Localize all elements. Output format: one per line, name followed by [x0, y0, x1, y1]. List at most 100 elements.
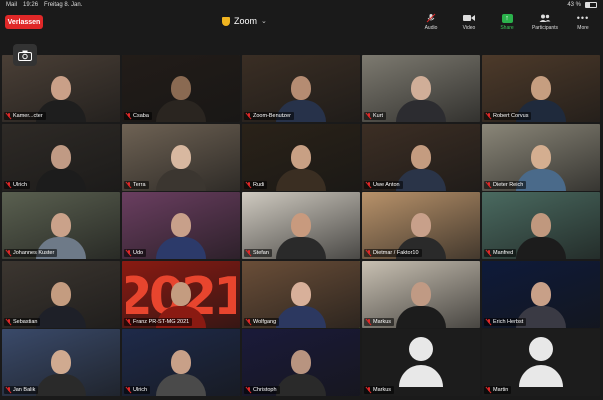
participant-tile[interactable]: Dieter Reich: [482, 123, 600, 191]
mic-muted-icon: [6, 181, 11, 188]
participant-name: Markus: [373, 318, 392, 325]
participant-name-tag: Csaba: [124, 112, 152, 120]
participant-name-tag: Terra: [124, 180, 149, 189]
participant-tile[interactable]: Uwe Anton: [362, 123, 480, 191]
participant-tile[interactable]: Wolfgang: [242, 260, 360, 328]
participant-tile[interactable]: Johannes Kuster: [2, 192, 120, 259]
participant-video: [36, 344, 86, 396]
video-label: Video: [462, 25, 476, 31]
video-gallery: Kamer...cter Csaba Zoom-Benutzer Kurt Robert…: [2, 55, 601, 397]
participant-name-tag: Manfred: [484, 249, 517, 257]
participant-name-tag: Kurt: [364, 112, 387, 120]
mic-muted-icon: [366, 181, 371, 188]
participant-name-tag: Udo: [124, 249, 147, 257]
participant-video: [156, 344, 206, 396]
participant-tile[interactable]: Markus: [362, 260, 480, 328]
switch-camera-button[interactable]: [13, 44, 37, 66]
leave-meeting-button[interactable]: Verlassen: [5, 15, 43, 29]
mic-muted-icon: [126, 181, 131, 188]
mic-muted-icon: [366, 318, 371, 325]
participant-tile[interactable]: 2021Franz PR-ST-MG 2021: [122, 260, 240, 328]
participant-name-tag: Ulrich: [4, 180, 31, 189]
participant-name-tag: Christoph: [244, 386, 280, 394]
status-date: Freitag 8. Jan.: [44, 2, 83, 8]
participants-button[interactable]: Participants: [529, 13, 561, 31]
status-time: 19:26: [23, 2, 39, 8]
participant-tile[interactable]: Robert Corvus: [482, 55, 600, 122]
participant-name: Wolfgang: [253, 318, 277, 325]
participant-name: Martin: [493, 387, 509, 393]
mic-muted-icon: [486, 181, 491, 188]
video-button[interactable]: Video: [453, 13, 485, 31]
meeting-title[interactable]: Zoom ⌄: [222, 16, 267, 26]
mic-muted-icon: [6, 113, 11, 119]
participant-name: Stefan: [253, 250, 269, 256]
participant-tile[interactable]: Rudi: [242, 123, 360, 191]
participant-name-tag: Dietmar / Faktor10: [364, 249, 422, 257]
mic-muted-icon: [425, 13, 437, 23]
battery-icon: [585, 2, 597, 8]
share-button[interactable]: ↑ Share: [491, 13, 523, 31]
participant-tile[interactable]: Ulrich: [122, 329, 240, 396]
participant-name: Sebastian: [13, 318, 38, 325]
participant-tile[interactable]: Zoom-Benutzer: [242, 55, 360, 122]
mic-muted-icon: [6, 250, 11, 256]
participant-name-tag: Markus: [364, 317, 395, 326]
participant-video: [276, 276, 326, 328]
mic-muted-icon: [126, 318, 131, 325]
mic-muted-icon: [126, 113, 131, 119]
participant-tile[interactable]: Christoph: [242, 329, 360, 396]
participant-tile[interactable]: Kurt: [362, 55, 480, 122]
participant-tile[interactable]: Csaba: [122, 55, 240, 122]
more-label: More: [577, 25, 589, 31]
participant-name-tag: Robert Corvus: [484, 112, 532, 120]
mic-muted-icon: [246, 250, 251, 256]
share-icon: ↑: [501, 13, 513, 23]
participant-video: [396, 139, 446, 191]
participant-name: Johannes Kuster: [13, 250, 55, 256]
participant-video: [276, 139, 326, 191]
participant-name: Ulrich: [133, 387, 148, 393]
participant-tile[interactable]: Dietmar / Faktor10: [362, 192, 480, 259]
participant-name-tag: Wolfgang: [244, 317, 280, 326]
mic-muted-icon: [366, 113, 371, 119]
mic-muted-icon: [126, 250, 131, 256]
participant-tile[interactable]: Markus: [362, 329, 480, 396]
mic-muted-icon: [486, 250, 491, 256]
camera-icon: [18, 50, 32, 61]
mic-muted-icon: [486, 387, 491, 393]
participant-name: Christoph: [253, 387, 277, 393]
participant-name: Dieter Reich: [493, 181, 524, 188]
participant-tile[interactable]: Terra: [122, 123, 240, 191]
participant-tile[interactable]: Stefan: [242, 192, 360, 259]
participant-tile[interactable]: Ulrich: [2, 123, 120, 191]
mic-muted-icon: [486, 113, 491, 119]
participant-tile[interactable]: Udo: [122, 192, 240, 259]
mic-muted-icon: [366, 387, 371, 393]
participants-icon: [539, 13, 551, 23]
participant-name: Markus: [373, 387, 392, 393]
participant-tile[interactable]: Erich Herbst: [482, 260, 600, 328]
audio-button[interactable]: Audio: [415, 13, 447, 31]
participant-video: [276, 344, 326, 396]
chevron-down-icon: ⌄: [261, 18, 267, 25]
participant-tile[interactable]: Sebastian: [2, 260, 120, 328]
more-icon: •••: [576, 13, 590, 23]
participant-name: Erich Herbst: [493, 318, 524, 325]
participant-tile[interactable]: Martin: [482, 329, 600, 396]
participant-name: Csaba: [133, 113, 149, 119]
video-icon: [463, 13, 475, 23]
participant-name: Franz PR-ST-MG 2021: [133, 318, 190, 325]
participant-name: Kamer...cter: [13, 113, 43, 119]
participant-name-tag: Zoom-Benutzer: [244, 112, 294, 120]
participant-name-tag: Jan Balik: [4, 386, 39, 394]
participant-name-tag: Johannes Kuster: [4, 249, 58, 257]
participant-tile[interactable]: Jan Balik: [2, 329, 120, 396]
participant-name-tag: Martin: [484, 386, 512, 394]
mic-muted-icon: [246, 387, 251, 393]
participant-name-tag: Sebastian: [4, 317, 41, 326]
participant-tile[interactable]: Manfred: [482, 192, 600, 259]
more-button[interactable]: ••• More: [567, 13, 599, 31]
mic-muted-icon: [6, 318, 11, 325]
participant-name: Zoom-Benutzer: [253, 113, 291, 119]
